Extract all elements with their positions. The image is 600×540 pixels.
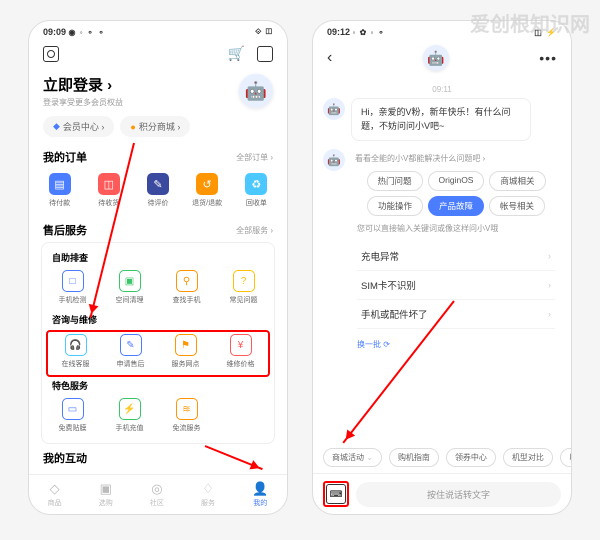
- bot-avatar-icon: 🤖: [323, 149, 345, 171]
- quick-chip[interactable]: 机型对比: [503, 448, 553, 467]
- question-item[interactable]: 手机或配件坏了›: [357, 300, 555, 329]
- chat-header: ‹ 🤖 •••: [313, 39, 571, 77]
- refresh-button[interactable]: 换一批 ⟳: [351, 333, 561, 356]
- free-data[interactable]: ≋免流服务: [165, 398, 209, 433]
- topbar: 🛒: [29, 39, 287, 68]
- hint-text: 您可以直接输入关键词或像这样问小V哦: [351, 219, 561, 238]
- avatar[interactable]: 🤖: [239, 74, 273, 108]
- chip-function[interactable]: 功能操作: [367, 196, 423, 216]
- consult-title: 咨询与维修: [44, 311, 272, 330]
- nav-mine[interactable]: 👤我的: [252, 481, 268, 508]
- repair-price[interactable]: ¥维修价格: [219, 334, 263, 369]
- question-item[interactable]: SIM卡不识别›: [357, 271, 555, 300]
- quick-chip[interactable]: 领券中心: [446, 448, 496, 467]
- question-item[interactable]: 充电异常›: [357, 242, 555, 271]
- order-recycle[interactable]: ♻回收单: [234, 173, 278, 208]
- status-bar: 09:09 ◉ ◦ ⚬ ⚬ ⟐ ◫: [29, 21, 287, 39]
- service-title: 售后服务: [43, 222, 87, 238]
- special-title: 特色服务: [44, 377, 272, 396]
- bottom-nav: ◇商品 ▣选购 ◎社区 ♢服务 👤我的: [29, 474, 287, 514]
- nav-service[interactable]: ♢服务: [201, 481, 215, 508]
- service-points[interactable]: ⚑服务网点: [164, 334, 208, 369]
- orders-title: 我的订单: [43, 149, 87, 165]
- space-clean[interactable]: ▣空间清理: [108, 270, 152, 305]
- watermark: 爱创根知识网: [470, 8, 590, 37]
- bot-avatar-icon: 🤖: [423, 45, 449, 71]
- phone-check[interactable]: □手机检测: [51, 270, 95, 305]
- chevron-right-icon: ›: [548, 251, 551, 261]
- back-button[interactable]: ‹: [327, 49, 332, 67]
- login-subtitle: 登录享受更多会员权益: [43, 97, 123, 108]
- chip-hot[interactable]: 热门问题: [367, 171, 423, 191]
- phone-left: 09:09 ◉ ◦ ⚬ ⚬ ⟐ ◫ 🛒 立即登录 › 登录享受更多会员权益 🤖 …: [28, 20, 288, 515]
- find-phone[interactable]: ⚲查找手机: [165, 270, 209, 305]
- phone-recharge[interactable]: ⚡手机充值: [108, 398, 152, 433]
- quick-chips: 商城活动 ⌄ 购机指南 领券中心 机型对比 以: [313, 442, 571, 473]
- consult-row-highlighted: 🎧在线客服 ✎申请售后 ⚑服务网点 ¥维修价格: [46, 330, 270, 377]
- chip-mall[interactable]: 商城相关: [489, 171, 545, 191]
- login-button[interactable]: 立即登录 ›: [43, 74, 123, 95]
- quick-chip[interactable]: 商城活动 ⌄: [323, 448, 382, 467]
- quick-chip[interactable]: 以: [560, 448, 571, 467]
- chip-originos[interactable]: OriginOS: [428, 171, 485, 191]
- login-section: 立即登录 › 登录享受更多会员权益 🤖: [29, 68, 287, 112]
- message-icon[interactable]: [257, 46, 273, 62]
- bot-avatar-icon: 🤖: [323, 98, 345, 120]
- order-refund[interactable]: ↺退货/退款: [185, 173, 229, 208]
- voice-input[interactable]: 按住说话转文字: [356, 482, 561, 507]
- chat-input-bar: ⌨ 按住说话转文字: [313, 473, 571, 514]
- points-mall-pill[interactable]: ●积分商城 ›: [120, 116, 190, 137]
- keyboard-icon[interactable]: ⌨: [326, 484, 346, 504]
- more-button[interactable]: •••: [539, 50, 557, 66]
- bot-message: Hi，亲爱的V粉，新年快乐！有什么问题，不妨问问小V吧~: [351, 98, 531, 141]
- chevron-right-icon: ›: [548, 280, 551, 290]
- settings-icon[interactable]: [43, 46, 59, 62]
- chat-timestamp: 09:11: [323, 81, 561, 98]
- nav-goods[interactable]: ◇商品: [48, 481, 62, 508]
- chevron-right-icon: ›: [548, 309, 551, 319]
- faq[interactable]: ?常见问题: [222, 270, 266, 305]
- interact-title: 我的互动: [43, 450, 87, 466]
- free-film[interactable]: ▭免费贴膜: [51, 398, 95, 433]
- order-pending-receive[interactable]: ◫待收货: [87, 173, 131, 208]
- order-pending-pay[interactable]: ▤待付款: [38, 173, 82, 208]
- nav-community[interactable]: ◎社区: [150, 481, 164, 508]
- member-center-pill[interactable]: ◆会员中心 ›: [43, 116, 114, 137]
- all-orders-link[interactable]: 全部订单 ›: [236, 152, 273, 163]
- order-pending-review[interactable]: ✎待评价: [136, 173, 180, 208]
- chip-product-fault[interactable]: 产品故障: [428, 196, 484, 216]
- category-chips: 热门问题 OriginOS 商城相关 功能操作 产品故障 帐号相关: [351, 168, 561, 219]
- apply-aftersale[interactable]: ✎申请售后: [109, 334, 153, 369]
- cart-icon[interactable]: 🛒: [228, 45, 245, 62]
- all-service-link[interactable]: 全部服务 ›: [236, 225, 273, 236]
- hint-text: 看看全能的小V都能解决什么问题吧 ›: [351, 149, 561, 168]
- phone-right: 09:12 ◦ ✿ ◦ ⚬ ◫ ⚡ ‹ 🤖 ••• 09:11 🤖 Hi，亲爱的…: [312, 20, 572, 515]
- nav-buy[interactable]: ▣选购: [99, 481, 113, 508]
- self-check-title: 自助排查: [44, 249, 272, 268]
- service-box: 自助排查 □手机检测 ▣空间清理 ⚲查找手机 ?常见问题 咨询与维修 🎧在线客服…: [41, 242, 275, 444]
- online-service[interactable]: 🎧在线客服: [54, 334, 98, 369]
- quick-chip[interactable]: 购机指南: [389, 448, 439, 467]
- chip-account[interactable]: 帐号相关: [489, 196, 545, 216]
- keyboard-highlight: ⌨: [323, 481, 349, 507]
